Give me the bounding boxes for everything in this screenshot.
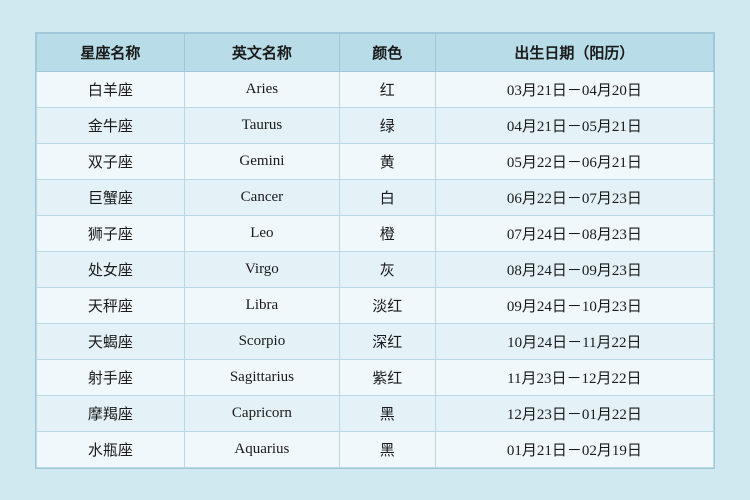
cell-row6-col3: 09月24日－10月23日 — [435, 287, 713, 323]
table-row: 天蝎座Scorpio深红10月24日－11月22日 — [37, 323, 714, 359]
table-row: 双子座Gemini黄05月22日－06月21日 — [37, 143, 714, 179]
cell-row2-col0: 双子座 — [37, 143, 185, 179]
cell-row5-col2: 灰 — [339, 251, 435, 287]
cell-row3-col3: 06月22日－07月23日 — [435, 179, 713, 215]
cell-row7-col3: 10月24日－11月22日 — [435, 323, 713, 359]
cell-row1-col0: 金牛座 — [37, 107, 185, 143]
cell-row4-col3: 07月24日－08月23日 — [435, 215, 713, 251]
table-row: 水瓶座Aquarius黑01月21日－02月19日 — [37, 431, 714, 467]
cell-row0-col2: 红 — [339, 71, 435, 107]
cell-row1-col2: 绿 — [339, 107, 435, 143]
cell-row2-col3: 05月22日－06月21日 — [435, 143, 713, 179]
cell-row6-col1: Libra — [184, 287, 339, 323]
cell-row4-col1: Leo — [184, 215, 339, 251]
col-header-color: 颜色 — [339, 33, 435, 71]
cell-row3-col2: 白 — [339, 179, 435, 215]
table-row: 天秤座Libra淡红09月24日－10月23日 — [37, 287, 714, 323]
col-header-chinese: 星座名称 — [37, 33, 185, 71]
cell-row7-col0: 天蝎座 — [37, 323, 185, 359]
cell-row1-col1: Taurus — [184, 107, 339, 143]
cell-row3-col0: 巨蟹座 — [37, 179, 185, 215]
cell-row4-col2: 橙 — [339, 215, 435, 251]
table-row: 处女座Virgo灰08月24日－09月23日 — [37, 251, 714, 287]
cell-row8-col2: 紫红 — [339, 359, 435, 395]
cell-row8-col0: 射手座 — [37, 359, 185, 395]
cell-row8-col3: 11月23日－12月22日 — [435, 359, 713, 395]
table-row: 白羊座Aries红03月21日－04月20日 — [37, 71, 714, 107]
cell-row9-col1: Capricorn — [184, 395, 339, 431]
table-row: 狮子座Leo橙07月24日－08月23日 — [37, 215, 714, 251]
cell-row5-col0: 处女座 — [37, 251, 185, 287]
col-header-dates: 出生日期（阳历） — [435, 33, 713, 71]
table-row: 摩羯座Capricorn黑12月23日－01月22日 — [37, 395, 714, 431]
cell-row6-col2: 淡红 — [339, 287, 435, 323]
zodiac-table: 星座名称 英文名称 颜色 出生日期（阳历） 白羊座Aries红03月21日－04… — [36, 33, 714, 468]
cell-row7-col1: Scorpio — [184, 323, 339, 359]
cell-row10-col1: Aquarius — [184, 431, 339, 467]
cell-row5-col3: 08月24日－09月23日 — [435, 251, 713, 287]
cell-row2-col2: 黄 — [339, 143, 435, 179]
cell-row6-col0: 天秤座 — [37, 287, 185, 323]
cell-row10-col3: 01月21日－02月19日 — [435, 431, 713, 467]
cell-row9-col0: 摩羯座 — [37, 395, 185, 431]
cell-row0-col3: 03月21日－04月20日 — [435, 71, 713, 107]
table-row: 金牛座Taurus绿04月21日－05月21日 — [37, 107, 714, 143]
header-row: 星座名称 英文名称 颜色 出生日期（阳历） — [37, 33, 714, 71]
table-row: 射手座Sagittarius紫红11月23日－12月22日 — [37, 359, 714, 395]
cell-row4-col0: 狮子座 — [37, 215, 185, 251]
cell-row0-col0: 白羊座 — [37, 71, 185, 107]
cell-row9-col2: 黑 — [339, 395, 435, 431]
table-row: 巨蟹座Cancer白06月22日－07月23日 — [37, 179, 714, 215]
cell-row2-col1: Gemini — [184, 143, 339, 179]
zodiac-table-wrapper: 星座名称 英文名称 颜色 出生日期（阳历） 白羊座Aries红03月21日－04… — [35, 32, 715, 469]
table-header: 星座名称 英文名称 颜色 出生日期（阳历） — [37, 33, 714, 71]
cell-row8-col1: Sagittarius — [184, 359, 339, 395]
table-body: 白羊座Aries红03月21日－04月20日金牛座Taurus绿04月21日－0… — [37, 71, 714, 467]
cell-row7-col2: 深红 — [339, 323, 435, 359]
col-header-english: 英文名称 — [184, 33, 339, 71]
cell-row3-col1: Cancer — [184, 179, 339, 215]
cell-row5-col1: Virgo — [184, 251, 339, 287]
cell-row10-col2: 黑 — [339, 431, 435, 467]
cell-row10-col0: 水瓶座 — [37, 431, 185, 467]
cell-row0-col1: Aries — [184, 71, 339, 107]
cell-row1-col3: 04月21日－05月21日 — [435, 107, 713, 143]
cell-row9-col3: 12月23日－01月22日 — [435, 395, 713, 431]
